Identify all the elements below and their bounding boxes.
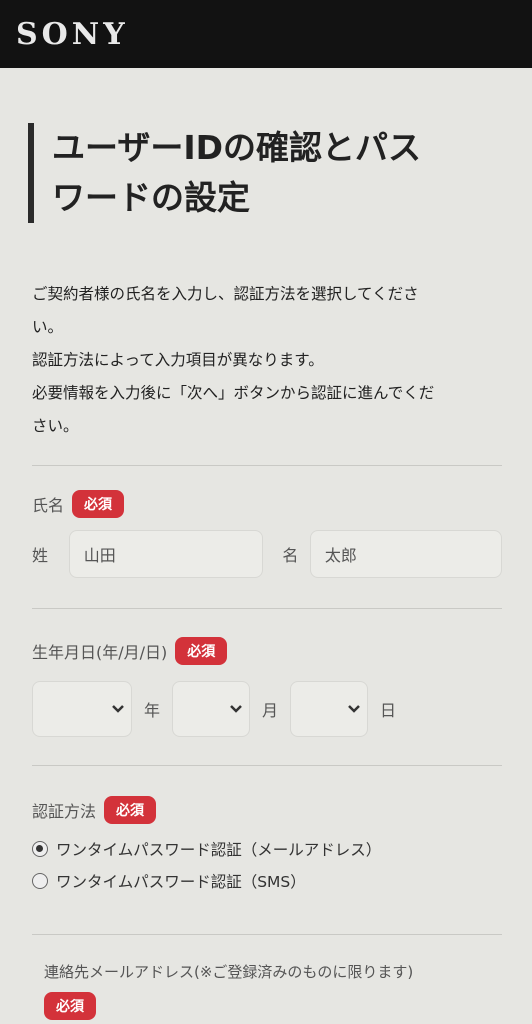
intro-text: ご契約者様の氏名を入力し、認証方法を選択してくださ い。 認証方法によって入力項… (32, 278, 502, 443)
name-input-row: 姓 山田 名 太郎 (32, 530, 502, 578)
main-content: ユーザーIDの確認とパス ワードの設定 ご契約者様の氏名を入力し、認証方法を選択… (0, 123, 532, 1020)
day-select[interactable] (290, 681, 369, 737)
required-badge: 必須 (44, 992, 96, 1020)
first-name-input[interactable]: 太郎 (309, 530, 502, 578)
last-name-label: 姓 (32, 546, 49, 565)
intro-line: い。 (32, 318, 64, 336)
first-name-value: 太郎 (324, 546, 357, 565)
first-name-label: 名 (282, 546, 299, 565)
intro-line: さい。 (32, 417, 79, 435)
chevron-down-icon (348, 705, 360, 713)
auth-option-sms[interactable]: ワンタイムパスワード認証（SMS） (32, 870, 502, 892)
page-title-line1: ユーザーIDの確認とパス (52, 128, 422, 167)
birthdate-row: 年 月 日 (32, 681, 502, 737)
email-label: 連絡先メールアドレス(※ご登録済みのものに限ります) (44, 963, 414, 981)
divider (32, 765, 502, 766)
chevron-down-icon (112, 705, 124, 713)
day-unit: 日 (380, 701, 397, 720)
auth-option-label: ワンタイムパスワード認証（メールアドレス） (56, 841, 382, 859)
auth-method-label: 認証方法 (32, 802, 97, 821)
required-badge: 必須 (175, 637, 228, 665)
page-title-line2: ワードの設定 (52, 178, 250, 217)
name-label-row: 氏名 必須 (32, 490, 502, 518)
radio-unselected-icon[interactable] (32, 873, 48, 889)
radio-selected-icon[interactable] (32, 841, 48, 857)
month-unit: 月 (262, 701, 279, 720)
last-name-value: 山田 (83, 546, 116, 565)
site-header: SONY (0, 0, 532, 68)
intro-line: 認証方法によって入力項目が異なります。 (32, 351, 324, 369)
divider (32, 608, 502, 609)
required-badge: 必須 (104, 796, 157, 824)
email-label-block: 連絡先メールアドレス(※ご登録済みのものに限ります) 必須 (32, 961, 502, 1020)
auth-method-label-row: 認証方法 必須 (32, 796, 502, 824)
intro-line: ご契約者様の氏名を入力し、認証方法を選択してくださ (32, 285, 419, 303)
sony-logo[interactable]: SONY (16, 17, 129, 52)
divider (32, 934, 502, 935)
auth-option-label: ワンタイムパスワード認証（SMS） (56, 873, 306, 891)
intro-line: 必要情報を入力後に「次へ」ボタンから認証に進んでくだ (32, 384, 435, 402)
chevron-down-icon (230, 705, 242, 713)
birthdate-label-row: 生年月日(年/月/日) 必須 (32, 637, 502, 665)
page-title-block: ユーザーIDの確認とパス ワードの設定 (28, 123, 502, 223)
year-unit: 年 (144, 701, 161, 720)
month-select[interactable] (172, 681, 251, 737)
auth-option-email[interactable]: ワンタイムパスワード認証（メールアドレス） (32, 838, 502, 860)
divider (32, 465, 502, 466)
name-label: 氏名 (32, 496, 65, 515)
required-badge: 必須 (72, 490, 125, 518)
last-name-input[interactable]: 山田 (68, 530, 263, 578)
birthdate-label: 生年月日(年/月/日) (32, 643, 168, 662)
year-select[interactable] (32, 681, 132, 737)
